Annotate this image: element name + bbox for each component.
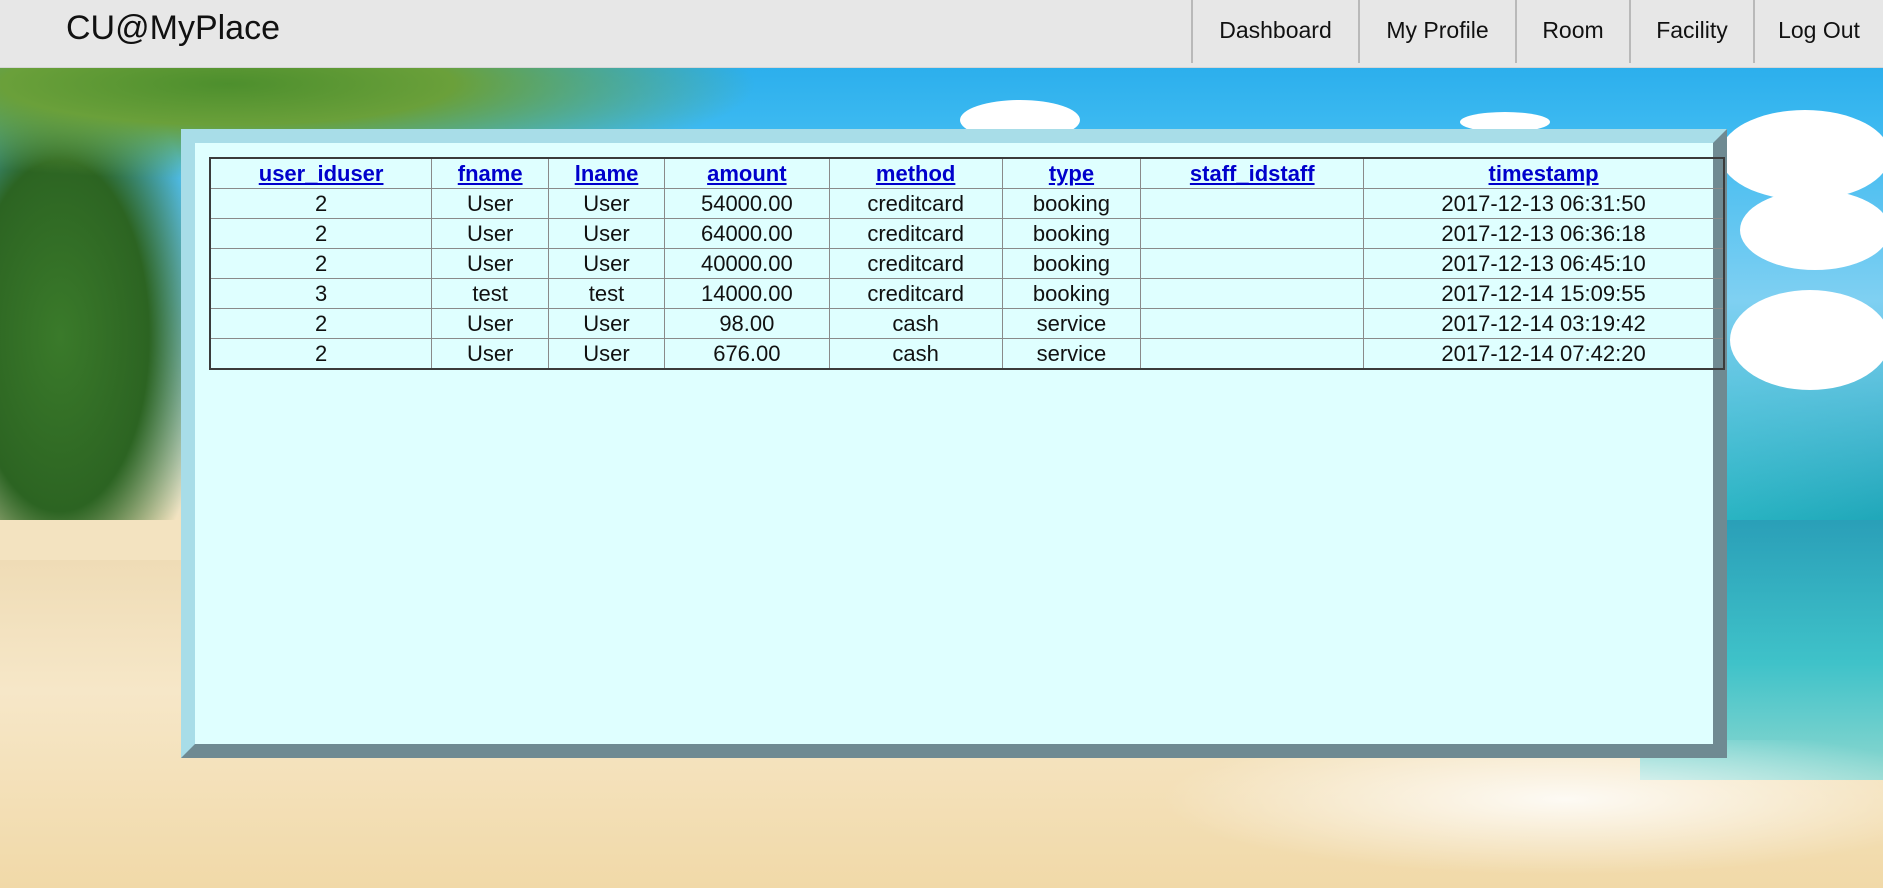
nav-facility[interactable]: Facility	[1629, 0, 1753, 63]
column-header-staff-idstaff: staff_idstaff	[1140, 157, 1365, 189]
cell-lname: test	[548, 278, 665, 309]
sort-link-method[interactable]: method	[876, 161, 955, 186]
cell-staff-idstaff	[1140, 308, 1365, 339]
cell-fname: User	[431, 308, 550, 339]
cell-user-iduser: 2	[209, 308, 433, 339]
payments-panel: user_iduser fname lname amount method ty…	[181, 129, 1727, 758]
cell-type: booking	[1001, 188, 1142, 219]
cell-timestamp: 2017-12-13 06:45:10	[1363, 248, 1725, 279]
cell-timestamp: 2017-12-13 06:36:18	[1363, 218, 1725, 249]
sort-link-user-iduser[interactable]: user_iduser	[259, 161, 384, 186]
cell-timestamp: 2017-12-14 15:09:55	[1363, 278, 1725, 309]
sort-link-fname[interactable]: fname	[458, 161, 523, 186]
sort-link-lname[interactable]: lname	[575, 161, 639, 186]
cell-user-iduser: 2	[209, 248, 433, 279]
sort-link-type[interactable]: type	[1049, 161, 1094, 186]
cell-fname: User	[431, 248, 550, 279]
sort-link-timestamp[interactable]: timestamp	[1489, 161, 1599, 186]
cell-fname: User	[431, 218, 550, 249]
nav-my-profile[interactable]: My Profile	[1358, 0, 1515, 63]
column-header-type: type	[1001, 157, 1142, 189]
table-row: 2 User User 40000.00 creditcard booking …	[209, 248, 1725, 279]
table-row: 2 User User 98.00 cash service 2017-12-1…	[209, 308, 1725, 339]
cell-user-iduser: 2	[209, 218, 433, 249]
column-header-timestamp: timestamp	[1363, 157, 1725, 189]
cell-lname: User	[548, 188, 665, 219]
payments-table: user_iduser fname lname amount method ty…	[209, 157, 1725, 370]
cell-amount: 54000.00	[663, 188, 830, 219]
column-header-method: method	[828, 157, 1003, 189]
cell-method: creditcard	[828, 188, 1003, 219]
cell-method: creditcard	[828, 248, 1003, 279]
cell-type: booking	[1001, 218, 1142, 249]
sort-link-amount[interactable]: amount	[707, 161, 786, 186]
cell-type: service	[1001, 338, 1142, 370]
cell-staff-idstaff	[1140, 338, 1365, 370]
table-header-row: user_iduser fname lname amount method ty…	[209, 157, 1725, 189]
brand-logo-text[interactable]: CU@MyPlace	[66, 9, 280, 48]
cell-amount: 40000.00	[663, 248, 830, 279]
cell-amount: 676.00	[663, 338, 830, 370]
nav-room[interactable]: Room	[1515, 0, 1629, 63]
nav-dashboard[interactable]: Dashboard	[1191, 0, 1358, 63]
column-header-fname: fname	[431, 157, 550, 189]
cell-lname: User	[548, 338, 665, 370]
cell-timestamp: 2017-12-14 07:42:20	[1363, 338, 1725, 370]
cell-method: cash	[828, 308, 1003, 339]
nav-menu: Dashboard My Profile Room Facility Log O…	[1191, 0, 1883, 63]
cell-staff-idstaff	[1140, 248, 1365, 279]
cell-staff-idstaff	[1140, 218, 1365, 249]
nav-log-out[interactable]: Log Out	[1753, 0, 1883, 63]
cell-lname: User	[548, 248, 665, 279]
table-row: 3 test test 14000.00 creditcard booking …	[209, 278, 1725, 309]
column-header-user-iduser: user_iduser	[209, 157, 433, 189]
table-row: 2 User User 54000.00 creditcard booking …	[209, 188, 1725, 219]
sort-link-staff-idstaff[interactable]: staff_idstaff	[1190, 161, 1315, 186]
cell-user-iduser: 3	[209, 278, 433, 309]
cell-amount: 98.00	[663, 308, 830, 339]
cell-type: service	[1001, 308, 1142, 339]
cell-staff-idstaff	[1140, 278, 1365, 309]
cell-type: booking	[1001, 278, 1142, 309]
cell-type: booking	[1001, 248, 1142, 279]
cell-fname: test	[431, 278, 550, 309]
cell-lname: User	[548, 308, 665, 339]
table-row: 2 User User 676.00 cash service 2017-12-…	[209, 338, 1725, 370]
cell-user-iduser: 2	[209, 338, 433, 370]
cell-user-iduser: 2	[209, 188, 433, 219]
cell-fname: User	[431, 188, 550, 219]
cell-timestamp: 2017-12-14 03:19:42	[1363, 308, 1725, 339]
cell-timestamp: 2017-12-13 06:31:50	[1363, 188, 1725, 219]
cell-staff-idstaff	[1140, 188, 1365, 219]
cell-method: creditcard	[828, 218, 1003, 249]
table-row: 2 User User 64000.00 creditcard booking …	[209, 218, 1725, 249]
cell-lname: User	[548, 218, 665, 249]
top-nav-bar: CU@MyPlace Dashboard My Profile Room Fac…	[0, 0, 1883, 68]
cell-amount: 64000.00	[663, 218, 830, 249]
cell-method: creditcard	[828, 278, 1003, 309]
cell-amount: 14000.00	[663, 278, 830, 309]
cell-method: cash	[828, 338, 1003, 370]
column-header-amount: amount	[663, 157, 830, 189]
cell-fname: User	[431, 338, 550, 370]
column-header-lname: lname	[548, 157, 665, 189]
